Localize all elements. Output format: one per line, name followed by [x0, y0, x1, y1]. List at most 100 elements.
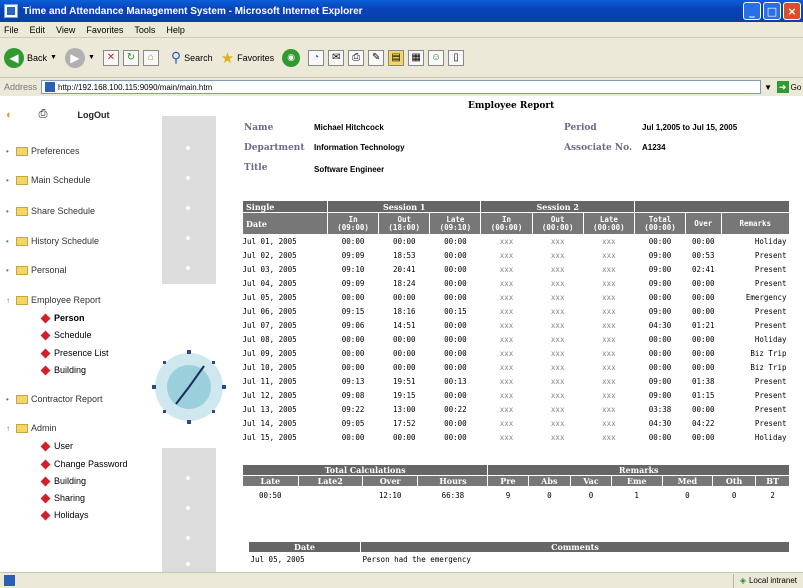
- menu-file[interactable]: File: [4, 25, 19, 35]
- refresh-icon[interactable]: ↻: [122, 49, 139, 66]
- history-icon[interactable]: ◔: [308, 49, 325, 66]
- sidebar-subitem-holidays[interactable]: Holidays: [40, 509, 89, 521]
- sidebar-subitem-change-password[interactable]: Change Password: [40, 458, 128, 470]
- table-row: Jul 02, 2005 09:09 18:53 00:00 xxx xxx xxx 09:0…: [243, 249, 790, 263]
- name-label: Name: [244, 123, 274, 133]
- media-icon[interactable]: ◉: [282, 48, 301, 67]
- sidebar-item-employee-report[interactable]: ↑ Employee Report: [6, 294, 101, 306]
- back-icon[interactable]: ◐: [6, 109, 13, 121]
- back-button[interactable]: ◀ Back ▼: [4, 47, 57, 68]
- logout-link[interactable]: LogOut: [77, 110, 109, 120]
- totals-value: 0: [547, 491, 552, 501]
- table-cell: xxx: [499, 307, 514, 316]
- totals-value: [298, 487, 362, 505]
- table-cell: xxx: [602, 377, 616, 386]
- print-icon[interactable]: ⎙: [39, 108, 48, 121]
- minimize-button[interactable]: _: [743, 2, 761, 20]
- sidebar-subitem-label: Building: [54, 476, 87, 486]
- home-icon[interactable]: ⌂: [142, 49, 159, 66]
- table-cell: 00:00: [444, 279, 467, 288]
- stop-icon[interactable]: ✕: [102, 49, 119, 66]
- go-button[interactable]: ➜ Go: [775, 80, 803, 94]
- bullet-icon: [40, 441, 51, 451]
- messenger-icon[interactable]: ☺: [428, 49, 445, 66]
- table-row: Jul 13, 2005 09:22 13:00 00:22 xxx xxx xxx 03:3…: [243, 403, 790, 417]
- bullet-icon: [40, 493, 51, 503]
- table-cell: Jul 04, 2005: [242, 279, 297, 288]
- forward-button[interactable]: ▶ ▼: [64, 47, 95, 68]
- address-dropdown-icon[interactable]: ▼: [764, 83, 772, 92]
- table-cell: 01:38: [692, 377, 715, 386]
- table-cell: 00:00: [444, 251, 467, 260]
- column-header: Out (00:00): [531, 212, 584, 235]
- sidebar-item-label: Main Schedule: [31, 175, 91, 185]
- group-header-session1: Session 1: [326, 200, 482, 213]
- sidebar-item-admin[interactable]: ↑ Admin: [6, 422, 57, 434]
- discuss-icon[interactable]: ▤: [388, 49, 405, 66]
- sidebar-item-personal[interactable]: • Personal: [6, 264, 67, 276]
- decorative-band: [148, 96, 230, 572]
- table-cell: xxx: [550, 405, 565, 414]
- research-icon[interactable]: ▦: [408, 49, 425, 66]
- sidebar-subitem-building[interactable]: Building: [40, 364, 86, 376]
- table-row: Jul 10, 2005 00:00 00:00 00:00 xxx xxx xxx 00:0…: [243, 361, 790, 375]
- table-cell: xxx: [499, 433, 514, 442]
- table-cell: xxx: [550, 279, 565, 288]
- table-cell: xxx: [499, 405, 514, 414]
- notes-icon[interactable]: ▯: [448, 49, 465, 66]
- table-cell: 00:00: [341, 335, 365, 344]
- menu-tools[interactable]: Tools: [134, 25, 155, 35]
- table-cell: xxx: [499, 251, 514, 260]
- sidebar-subitem-sharing[interactable]: Sharing: [40, 492, 85, 504]
- totals-value: 0: [685, 491, 690, 501]
- sidebar-item-contractor-report[interactable]: • Contractor Report: [6, 393, 103, 405]
- table-cell: 00:00: [444, 265, 467, 274]
- comments-column-header: Comments: [360, 541, 790, 553]
- print-icon[interactable]: ⎙: [348, 49, 365, 66]
- table-cell: Jul 06, 2005: [242, 307, 297, 316]
- sidebar-subitem-presence-list[interactable]: Presence List: [40, 347, 109, 359]
- table-cell: xxx: [602, 279, 616, 288]
- status-bar: ◈ Local intranet: [0, 572, 803, 588]
- table-cell: 00:00: [444, 433, 467, 442]
- table-cell: 01:15: [692, 391, 715, 400]
- sidebar-item-preferences[interactable]: • Preferences: [6, 145, 80, 157]
- folder-icon: [16, 236, 28, 246]
- mail-icon[interactable]: ✉: [328, 49, 345, 66]
- sidebar-subitem-person[interactable]: Person: [40, 312, 85, 324]
- sidebar-item-share-schedule[interactable]: • Share Schedule: [6, 205, 95, 217]
- sidebar-subitem-building[interactable]: Building: [40, 475, 87, 487]
- sidebar-item-label: Preferences: [31, 146, 80, 156]
- table-cell: xxx: [499, 377, 514, 386]
- totals-value: 0: [731, 491, 737, 501]
- table-cell: 18:24: [392, 279, 416, 288]
- edit-icon[interactable]: ✎: [368, 49, 385, 66]
- menu-favorites[interactable]: Favorites: [86, 25, 123, 35]
- search-button[interactable]: ⚲ Search: [171, 49, 213, 66]
- table-cell: Present: [754, 321, 787, 330]
- address-input[interactable]: http://192.168.100.115:9090/main/main.ht…: [41, 80, 762, 94]
- back-arrow-icon: ◀: [4, 47, 24, 68]
- period-label: Period: [564, 123, 597, 133]
- title-label: Title: [244, 163, 268, 173]
- menu-edit[interactable]: Edit: [30, 25, 46, 35]
- sidebar-item-history-schedule[interactable]: • History Schedule: [6, 235, 99, 247]
- sidebar-item-main-schedule[interactable]: • Main Schedule: [6, 174, 91, 186]
- table-cell: xxx: [602, 237, 616, 247]
- table-row: Jul 01, 2005 00:00 00:00 00:00 xxx xxx xxx 00:0…: [243, 235, 790, 249]
- menu-help[interactable]: Help: [166, 25, 185, 35]
- sidebar-subitem-user[interactable]: User: [40, 440, 73, 452]
- totals-column-header: Med: [661, 475, 714, 487]
- table-row: Jul 03, 2005 09:10 20:41 00:00 xxx xxx xxx 09:0…: [243, 263, 790, 277]
- favorites-button[interactable]: ★ Favorites: [221, 49, 274, 67]
- maximize-button[interactable]: □: [763, 2, 781, 20]
- bullet-icon: [40, 313, 51, 323]
- comments-column-header: Date: [248, 541, 361, 553]
- sidebar-subitem-schedule[interactable]: Schedule: [40, 329, 92, 341]
- table-cell: 09:22: [341, 405, 365, 414]
- table-cell: xxx: [550, 433, 565, 442]
- table-cell: 00:00: [648, 335, 672, 344]
- close-button[interactable]: ×: [783, 2, 801, 20]
- menu-view[interactable]: View: [56, 25, 75, 35]
- bullet-icon: [40, 459, 51, 469]
